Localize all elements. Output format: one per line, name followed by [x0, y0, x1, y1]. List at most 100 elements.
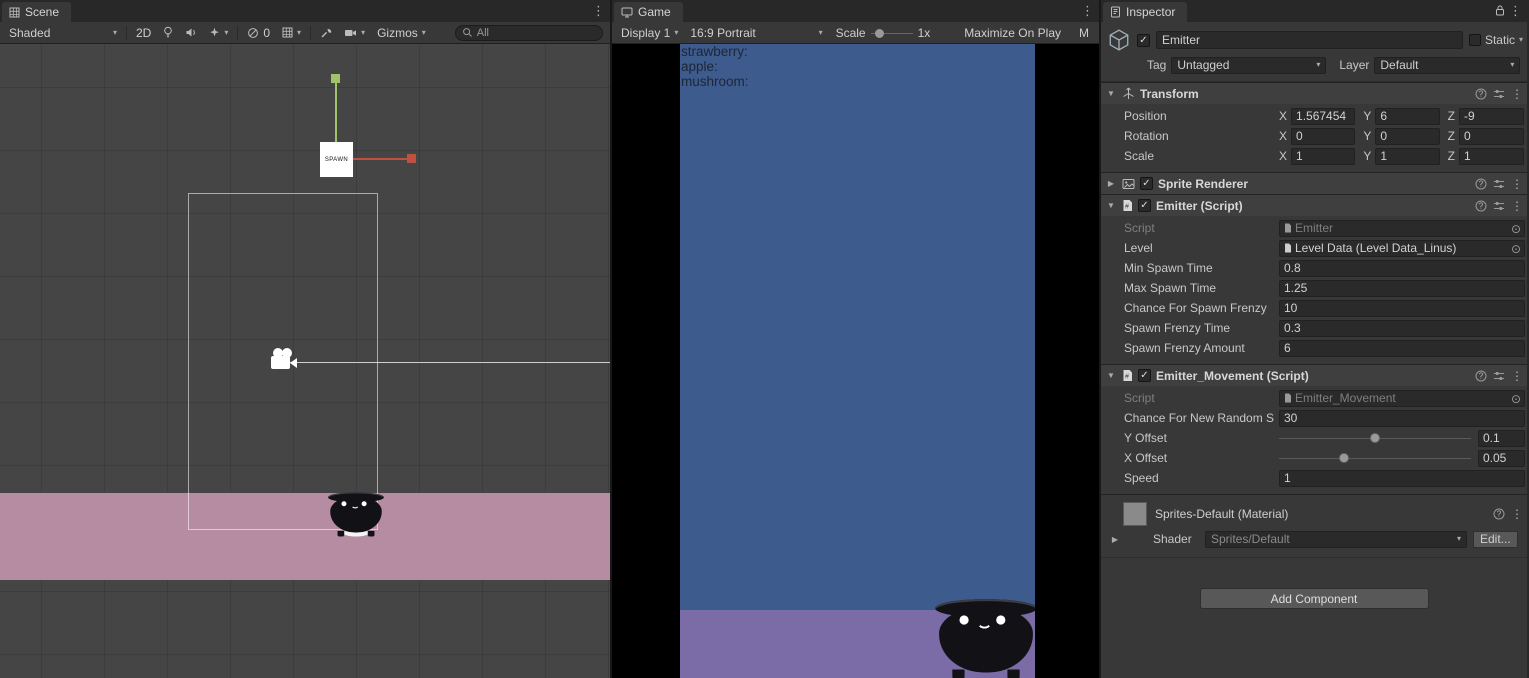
- spawn-point-sprite[interactable]: SPAWN: [320, 142, 353, 177]
- presets-icon[interactable]: [1493, 88, 1505, 100]
- foldout-closed-icon[interactable]: ▶: [1105, 179, 1117, 188]
- aspect-ratio-dropdown[interactable]: 16:9 Portrait ▾: [685, 24, 827, 42]
- tools-button[interactable]: [315, 24, 337, 42]
- y-offset-field[interactable]: 0.1: [1478, 429, 1525, 447]
- transform-header[interactable]: ▼ Transform ? ⋮: [1101, 82, 1527, 104]
- shader-edit-button[interactable]: Edit...: [1473, 530, 1518, 548]
- active-checkbox[interactable]: ✓: [1137, 33, 1150, 47]
- rotation-y-field[interactable]: 0: [1375, 127, 1440, 145]
- chance-for-spawn-frenzy-field[interactable]: 10: [1279, 299, 1525, 317]
- x-axis-gizmo-handle[interactable]: [407, 154, 416, 163]
- scene-viewport[interactable]: SPAWN: [0, 44, 610, 678]
- maximize-on-play-toggle[interactable]: Maximize On Play: [958, 26, 1067, 40]
- game-viewport[interactable]: strawberry: apple: mushroom:: [680, 44, 1035, 678]
- static-toggle[interactable]: Static ▾: [1468, 33, 1525, 47]
- add-component-button[interactable]: Add Component: [1199, 588, 1429, 609]
- scale-y-field[interactable]: 1: [1375, 147, 1440, 165]
- spawn-frenzy-time-field[interactable]: 0.3: [1279, 319, 1525, 337]
- mute-toggle-clipped[interactable]: M: [1073, 26, 1095, 40]
- rotation-z-field[interactable]: 0: [1459, 127, 1524, 145]
- emitter-enabled-checkbox[interactable]: ✓: [1138, 199, 1151, 212]
- help-icon[interactable]: ?: [1475, 178, 1487, 190]
- audio-toggle-button[interactable]: [180, 24, 202, 42]
- cauldron-sprite[interactable]: [328, 490, 384, 537]
- static-checkbox[interactable]: [1468, 34, 1481, 46]
- game-panel-menu-icon[interactable]: ⋮: [1081, 3, 1094, 19]
- scale-slider-thumb[interactable]: [874, 28, 884, 38]
- component-menu-icon[interactable]: ⋮: [1511, 199, 1523, 213]
- object-picker-icon[interactable]: ⊙: [1511, 241, 1521, 256]
- inspector-menu-icon[interactable]: ⋮: [1509, 3, 1522, 19]
- component-menu-icon[interactable]: ⋮: [1511, 177, 1523, 191]
- object-picker-icon[interactable]: ⊙: [1511, 391, 1521, 406]
- scene-search-input[interactable]: [454, 24, 603, 41]
- component-menu-icon[interactable]: ⋮: [1511, 507, 1523, 521]
- scale-z-field[interactable]: 1: [1459, 147, 1524, 165]
- 2d-toggle-button[interactable]: 2D: [131, 24, 156, 42]
- tab-inspector[interactable]: Inspector: [1103, 2, 1188, 22]
- slider-thumb[interactable]: [1339, 452, 1350, 463]
- rotation-label: Rotation: [1124, 129, 1169, 143]
- emitter-movement-enabled-checkbox[interactable]: ✓: [1138, 369, 1151, 382]
- layer-dropdown[interactable]: Default ▾: [1374, 56, 1521, 74]
- scale-slider[interactable]: [870, 27, 913, 39]
- foldout-open-icon[interactable]: ▼: [1105, 201, 1117, 210]
- y-axis-gizmo-handle[interactable]: [331, 74, 340, 83]
- script-object-field[interactable]: Emitter_Movement ⊙: [1279, 389, 1525, 407]
- x-offset-slider[interactable]: [1279, 450, 1471, 467]
- help-icon[interactable]: ?: [1493, 508, 1505, 520]
- rotation-x-field[interactable]: 0: [1291, 127, 1356, 145]
- scene-search-field[interactable]: [476, 26, 594, 39]
- spawn-frenzy-amount-field[interactable]: 6: [1279, 339, 1525, 357]
- scale-x-field[interactable]: 1: [1291, 147, 1356, 165]
- tag-dropdown[interactable]: Untagged ▾: [1171, 56, 1327, 74]
- foldout-closed-icon[interactable]: ▶: [1109, 535, 1121, 544]
- tab-game-label: Game: [638, 5, 671, 19]
- lighting-toggle-button[interactable]: [158, 24, 178, 42]
- shader-dropdown[interactable]: Sprites/Default ▾: [1205, 530, 1467, 548]
- gameobject-name-field[interactable]: [1156, 31, 1463, 49]
- camera-gizmo-icon[interactable]: [270, 348, 298, 372]
- emitter-movement-header[interactable]: ▼ # ✓ Emitter_Movement (Script) ? ⋮: [1101, 364, 1527, 386]
- inspector-lock-icon[interactable]: [1495, 5, 1505, 16]
- shading-mode-dropdown[interactable]: Shaded ▾: [4, 24, 122, 42]
- lightbulb-icon: [163, 26, 173, 39]
- level-object-field[interactable]: Level Data (Level Data_Linus) ⊙: [1279, 239, 1525, 257]
- speed-field[interactable]: 1: [1279, 469, 1525, 487]
- sprite-renderer-header[interactable]: ▶ ✓ Sprite Renderer ? ⋮: [1101, 172, 1527, 194]
- max-spawn-time-field[interactable]: 1.25: [1279, 279, 1525, 297]
- hidden-objects-toggle[interactable]: 0: [242, 24, 275, 42]
- presets-icon[interactable]: [1493, 178, 1505, 190]
- help-icon[interactable]: ?: [1475, 88, 1487, 100]
- position-z-field[interactable]: -9: [1459, 107, 1524, 125]
- presets-icon[interactable]: [1493, 370, 1505, 382]
- position-x-field[interactable]: 1.567454: [1291, 107, 1356, 125]
- component-menu-icon[interactable]: ⋮: [1511, 87, 1523, 101]
- presets-icon[interactable]: [1493, 200, 1505, 212]
- gizmos-dropdown[interactable]: Gizmos ▾: [372, 24, 431, 42]
- tab-scene[interactable]: Scene: [2, 2, 72, 22]
- slider-thumb[interactable]: [1370, 432, 1380, 443]
- script-object-field[interactable]: Emitter ⊙: [1279, 219, 1525, 237]
- help-icon[interactable]: ?: [1475, 370, 1487, 382]
- foldout-open-icon[interactable]: ▼: [1105, 371, 1117, 380]
- chance-for-new-random-field[interactable]: 30: [1279, 409, 1525, 427]
- position-y-field[interactable]: 6: [1375, 107, 1440, 125]
- scene-camera-dropdown[interactable]: ▾: [339, 24, 370, 42]
- min-spawn-time-field[interactable]: 0.8: [1279, 259, 1525, 277]
- scene-panel-menu-icon[interactable]: ⋮: [592, 3, 605, 19]
- tab-game[interactable]: Game: [614, 2, 683, 22]
- effects-dropdown[interactable]: ▾: [204, 24, 233, 42]
- emitter-script-header[interactable]: ▼ # ✓ Emitter (Script) ? ⋮: [1101, 194, 1527, 216]
- object-picker-icon[interactable]: ⊙: [1511, 221, 1521, 236]
- grid-visibility-dropdown[interactable]: ▾: [277, 24, 306, 42]
- help-icon[interactable]: ?: [1475, 200, 1487, 212]
- display-dropdown[interactable]: Display 1 ▾: [616, 24, 683, 42]
- foldout-open-icon[interactable]: ▼: [1105, 89, 1117, 98]
- material-preview-swatch[interactable]: [1123, 502, 1147, 526]
- sprite-renderer-enabled-checkbox[interactable]: ✓: [1140, 177, 1153, 190]
- scene-panel: Scene ⋮ Shaded ▾ 2D ▾ 0 ▾ ▾ Gizmos ▾ All…: [0, 0, 612, 678]
- x-offset-field[interactable]: 0.05: [1478, 449, 1525, 467]
- y-offset-slider[interactable]: [1279, 430, 1471, 447]
- component-menu-icon[interactable]: ⋮: [1511, 369, 1523, 383]
